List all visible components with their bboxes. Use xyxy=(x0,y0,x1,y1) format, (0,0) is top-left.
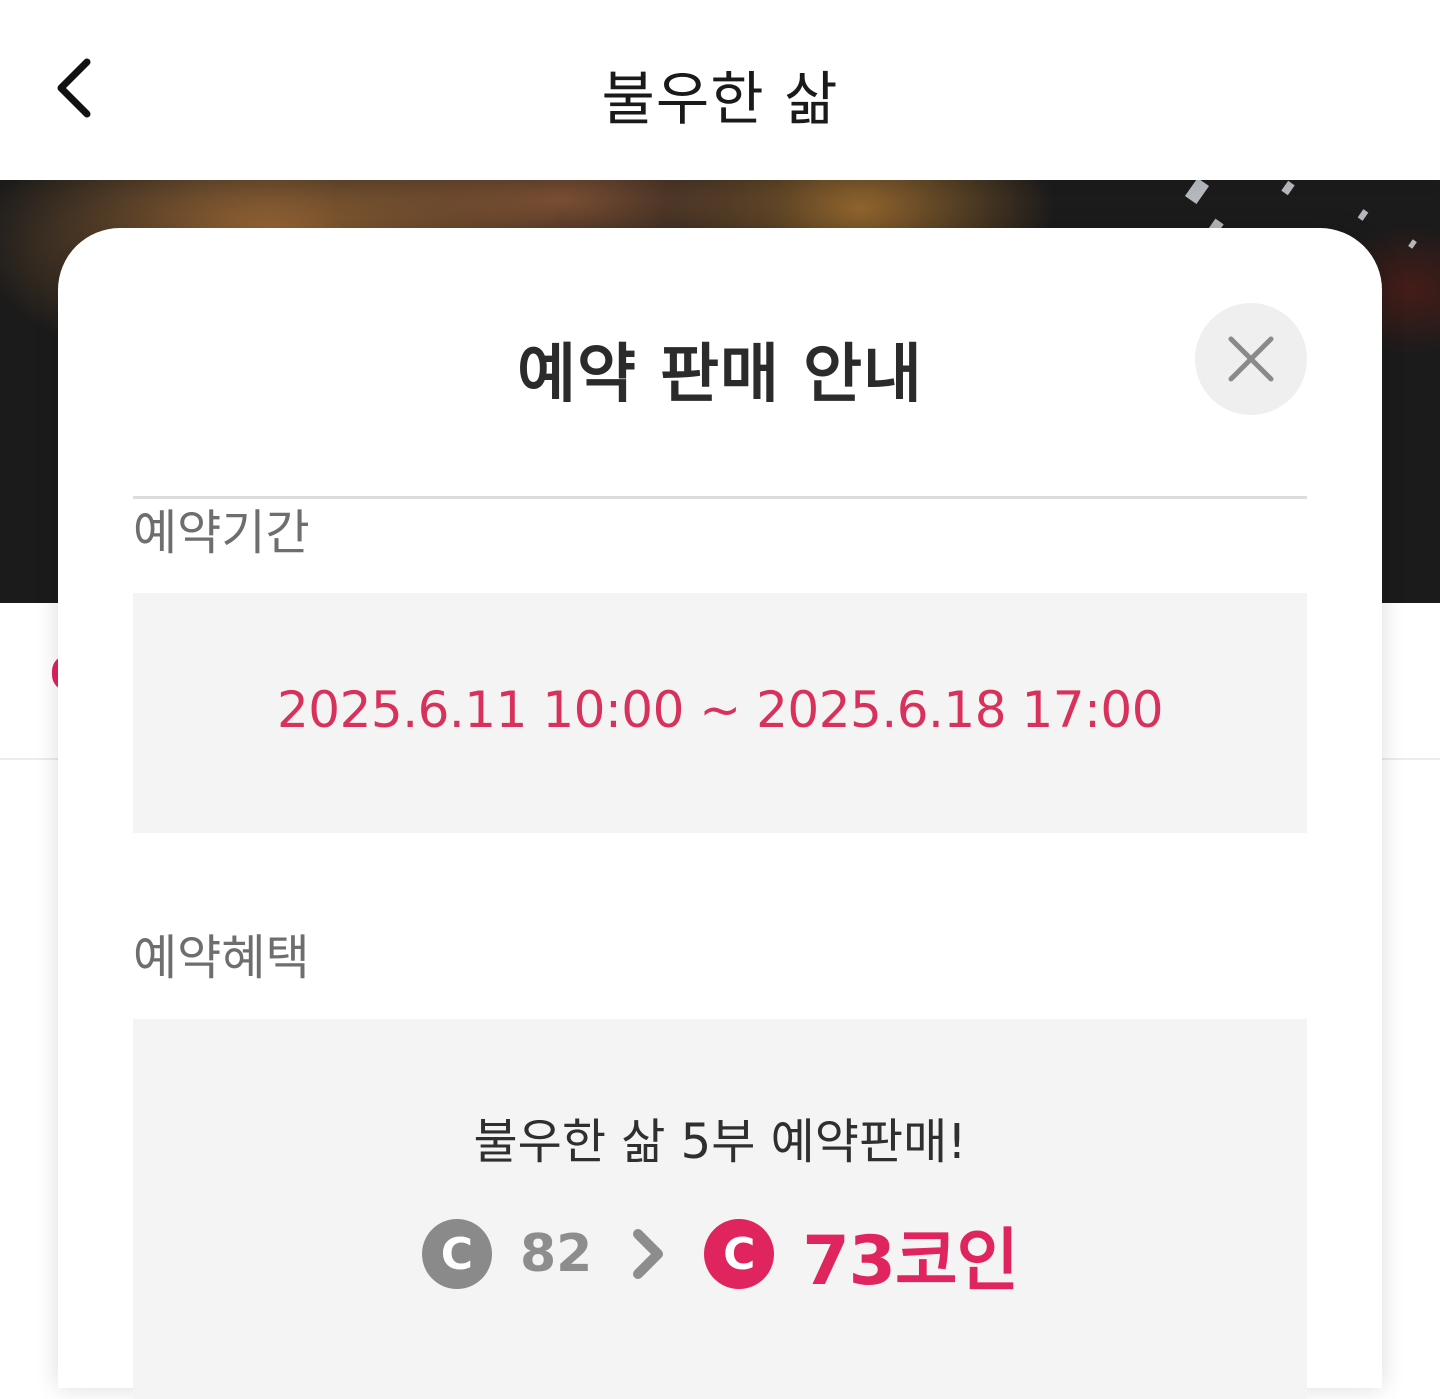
period-box: 2025.6.11 10:00 ~ 2025.6.18 17:00 xyxy=(133,593,1307,833)
sale-price: 73코인 xyxy=(802,1221,1019,1301)
benefit-box: 불우한 삶 5부 예약판매! C 82 C 73코인 xyxy=(133,1019,1307,1399)
presale-info-modal: 예약 판매 안내 예약기간 2025.6.11 10:00 ~ 2025.6.1… xyxy=(58,228,1382,1399)
original-price: 82 xyxy=(519,1224,593,1284)
top-nav-bar: 불우한 삶 xyxy=(0,0,1440,180)
period-value: 2025.6.11 10:00 ~ 2025.6.18 17:00 xyxy=(276,681,1164,739)
benefit-label: 예약혜택 xyxy=(133,930,310,986)
page-title: 불우한 삶 xyxy=(601,65,839,133)
chevron-right-icon xyxy=(628,1224,668,1284)
close-icon xyxy=(1228,336,1274,382)
benefit-headline: 불우한 삶 5부 예약판매! xyxy=(473,1114,967,1170)
coin-icon: C xyxy=(421,1219,492,1289)
period-label: 예약기간 xyxy=(133,505,310,561)
coin-icon: C xyxy=(704,1219,775,1289)
modal-title: 예약 판매 안내 xyxy=(517,338,923,412)
close-button[interactable] xyxy=(1195,303,1307,415)
price-comparison: C 82 C 73코인 xyxy=(133,1209,1307,1301)
